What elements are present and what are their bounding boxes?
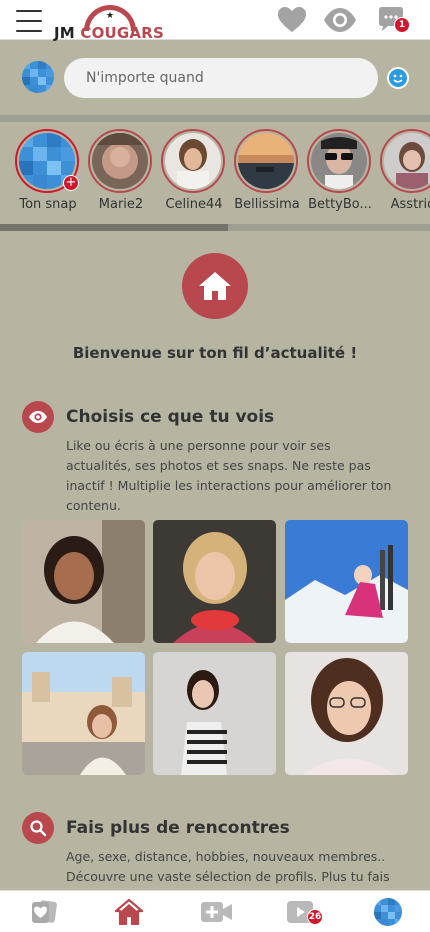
home-feed-icon: [182, 253, 248, 319]
profile-avatar[interactable]: [374, 898, 402, 926]
story-name: Ton snap: [19, 197, 77, 212]
story-item[interactable]: BettyBo...: [307, 129, 373, 212]
search-icon: [22, 812, 54, 844]
story-item[interactable]: Asstrid: [380, 129, 430, 212]
section-title: Choisis ce que tu vois: [66, 407, 275, 427]
bottom-nav: 26: [0, 890, 430, 932]
menu-icon[interactable]: [16, 10, 42, 32]
post-bar: N'importe quand: [0, 41, 430, 115]
gallery-image[interactable]: [22, 652, 145, 775]
add-video-icon[interactable]: [200, 899, 234, 925]
videos-play-icon[interactable]: 26: [286, 899, 323, 925]
story-name: Bellissima: [234, 197, 300, 212]
story-item[interactable]: Celine44: [161, 129, 227, 212]
logo-cougars: COUGARS: [80, 24, 164, 42]
story-name: Asstrid: [390, 197, 430, 212]
my-avatar[interactable]: [22, 61, 54, 93]
gallery-image[interactable]: [285, 520, 408, 643]
divider: [0, 115, 430, 122]
videos-badge: 26: [307, 909, 323, 925]
gallery-image[interactable]: [22, 520, 145, 643]
story-name: BettyBo...: [308, 197, 372, 212]
gallery-image[interactable]: [153, 520, 276, 643]
messages-icon[interactable]: 1: [377, 6, 410, 34]
messages-badge: 1: [394, 17, 410, 33]
stories-row: + Ton snap Marie2 Celine44 Bellissima Be…: [0, 122, 430, 224]
story-item[interactable]: Bellissima: [234, 129, 300, 212]
emoji-icon[interactable]: [387, 67, 409, 89]
story-item[interactable]: Marie2: [88, 129, 154, 212]
story-name: Marie2: [98, 197, 144, 212]
section-description: Like ou écris à une personne pour voir s…: [66, 438, 392, 513]
home-icon[interactable]: [114, 898, 144, 926]
story-name: Celine44: [165, 197, 223, 212]
story-my-snap[interactable]: + Ton snap: [15, 129, 81, 212]
top-header: ★ JM COUGARS 1: [0, 0, 430, 42]
section-title: Fais plus de rencontres: [66, 818, 290, 838]
app-logo[interactable]: ★ JM COUGARS: [54, 4, 174, 42]
add-story-icon[interactable]: +: [63, 175, 79, 191]
logo-jm: JM: [54, 24, 75, 42]
eye-icon: [22, 401, 54, 433]
post-input[interactable]: N'importe quand: [64, 58, 378, 98]
section-description: Age, sexe, distance, hobbies, nouveaux m…: [66, 849, 390, 884]
stories-scrollbar[interactable]: [0, 224, 228, 231]
likes-heart-icon[interactable]: [277, 6, 307, 34]
gallery-image[interactable]: [285, 652, 408, 775]
welcome-title: Bienvenue sur ton fil d’actualité !: [72, 344, 358, 362]
cards-heart-icon[interactable]: [30, 899, 58, 925]
visits-eye-icon[interactable]: [323, 6, 357, 34]
gallery-image[interactable]: [153, 652, 276, 775]
